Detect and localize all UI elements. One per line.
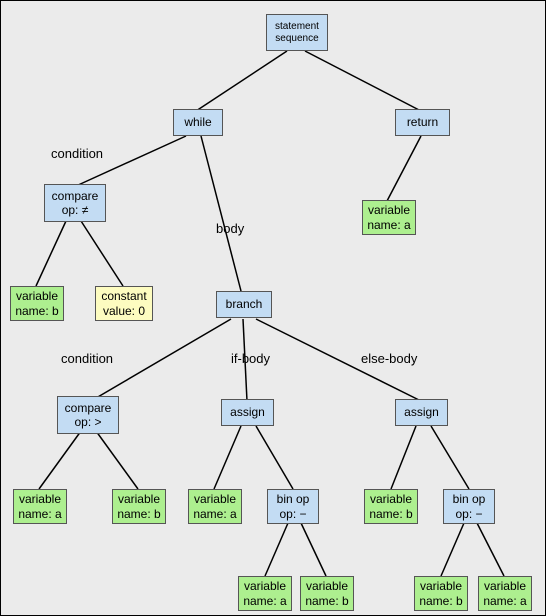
node-var-b-cmp1: variable name: b: [10, 286, 64, 321]
ast-diagram: statement sequence while return conditio…: [0, 0, 546, 616]
node-branch: branch: [216, 291, 272, 318]
node-var-b-binop1: variable name: b: [300, 576, 354, 611]
node-var-b-binop2: variable name: b: [414, 576, 468, 611]
node-compare-ne: compare op: ≠: [44, 184, 106, 222]
node-var-a-binop1: variable name: a: [238, 576, 292, 611]
node-var-a-return: variable name: a: [362, 200, 416, 235]
node-assign-if: assign: [221, 399, 274, 426]
node-return: return: [395, 109, 450, 136]
node-var-b-assign2: variable name: b: [364, 489, 418, 524]
node-var-a-cmp2: variable name: a: [13, 489, 67, 524]
node-binop-2: bin op op: −: [443, 489, 495, 524]
node-var-a-assign1: variable name: a: [188, 489, 242, 524]
edge-label-condition-2: condition: [61, 351, 113, 366]
edge-label-else-body: else-body: [361, 351, 417, 366]
node-compare-gt: compare op: >: [57, 396, 119, 434]
edge-label-condition: condition: [51, 146, 103, 161]
node-var-b-cmp2: variable name: b: [112, 489, 166, 524]
node-assign-else: assign: [395, 399, 448, 426]
edge-label-if-body: if-body: [231, 351, 270, 366]
node-var-a-binop2: variable name: a: [478, 576, 532, 611]
node-while: while: [173, 109, 223, 136]
node-binop-1: bin op op: −: [267, 489, 319, 524]
edge-label-body: body: [216, 221, 244, 236]
node-const-0: constant value: 0: [95, 286, 153, 321]
node-statement-sequence: statement sequence: [266, 14, 328, 51]
